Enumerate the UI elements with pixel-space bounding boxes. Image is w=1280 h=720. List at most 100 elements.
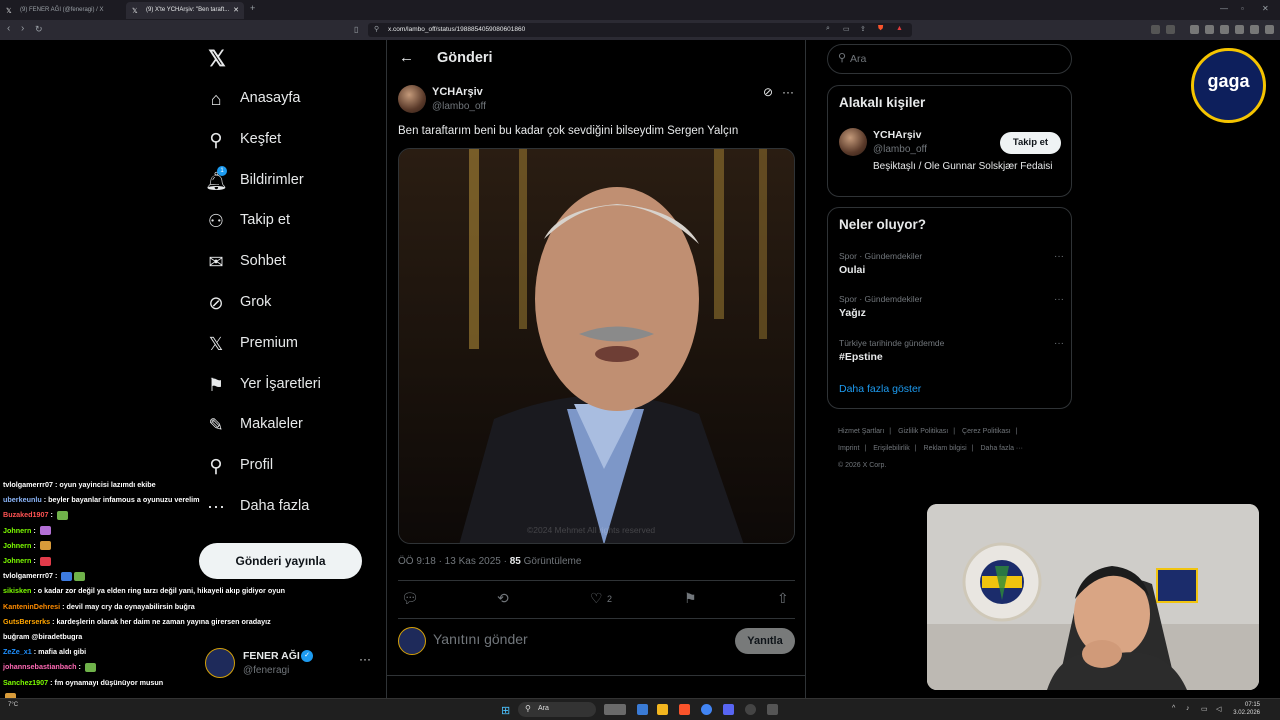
rewards-icon[interactable]: ▲ [896, 25, 903, 32]
network-icon[interactable]: ▭ [1201, 705, 1208, 713]
trend-item[interactable]: Spor · Gündemdekiler Yağız ··· [839, 294, 1064, 324]
show-more-link[interactable]: Daha fazla göster [839, 383, 921, 395]
reply-input[interactable]: Yanıtını gönder [433, 631, 528, 647]
address-toolbar: ‹ › ↻ ▯ ⚲ x.com/lambo_off/status/1988854… [0, 20, 1280, 40]
vpn-icon[interactable] [1250, 25, 1259, 34]
chrome-icon[interactable] [701, 704, 712, 715]
sidebar-item-anasayfa[interactable]: ⌂ Anasayfa [205, 88, 375, 114]
author-avatar[interactable] [398, 85, 426, 113]
chat-emote-icon [74, 571, 86, 581]
close-window-icon[interactable]: ✕ [1262, 4, 1269, 13]
sidebar-item-takip-et[interactable]: ⚇ Takip et [205, 210, 375, 236]
sidebar-item-yer-i-aretleri[interactable]: ⚑ Yer İşaretleri [205, 374, 375, 400]
reply-button[interactable]: Yanıtla [735, 628, 795, 654]
site-settings-icon[interactable]: ⚲ [374, 25, 379, 33]
extension-icon[interactable] [1151, 25, 1160, 34]
sidebar-item-daha-fazla[interactable]: ⋯ Daha fazla [205, 496, 375, 522]
trend-item[interactable]: Spor · Gündemdekiler Oulai ··· [839, 251, 1064, 281]
taskbar-clock[interactable]: 07:15 3.02.2026 [1232, 701, 1260, 717]
file-explorer-icon[interactable] [657, 704, 668, 715]
taskbar-search[interactable]: ⚲ Ara [518, 702, 596, 717]
avatar[interactable] [839, 128, 867, 156]
browser-tab-active[interactable]: 𝕏 (9) X'te YCHArşiv: "Ben taraft... ✕ [126, 2, 244, 19]
more-icon[interactable]: ··· [359, 652, 371, 666]
share-icon[interactable]: ⇪ [860, 25, 866, 33]
footer-link[interactable]: Gizlilik Politikası [898, 428, 948, 435]
back-icon[interactable]: ‹ [7, 23, 10, 34]
volume-icon[interactable]: ◁ [1216, 705, 1221, 713]
author-name[interactable]: YCHArşiv [432, 86, 483, 98]
footer-link[interactable]: Reklam bilgisi [924, 445, 967, 452]
related-handle[interactable]: @lambo_off [873, 144, 927, 155]
footer-link[interactable]: Erişilebilirlik [873, 445, 910, 452]
related-name[interactable]: YCHArşiv [873, 129, 921, 141]
more-icon[interactable]: ··· [1054, 338, 1064, 349]
search-input[interactable]: ⚲ Ara [827, 44, 1072, 74]
download-icon[interactable] [1235, 25, 1244, 34]
windows-start-icon[interactable]: ⊞ [501, 704, 510, 717]
sidebar-item-label: Profil [240, 457, 274, 474]
reply-icon[interactable]: 💬︎ [401, 590, 419, 607]
post-button[interactable]: Gönderi yayınla [199, 543, 362, 579]
menu-icon[interactable] [1265, 25, 1274, 34]
cast-icon[interactable]: ▭ [843, 25, 850, 33]
sidebar-item-sohbet[interactable]: ✉ Sohbet [205, 251, 375, 277]
footer-link[interactable]: Daha fazla ··· [981, 445, 1023, 452]
footer-link[interactable]: Çerez Politikası [962, 428, 1011, 435]
sidebar-item-ke-fet[interactable]: ⚲ Keşfet [205, 129, 375, 155]
app-icon[interactable] [767, 704, 778, 715]
more-icon[interactable]: ··· [782, 85, 794, 99]
new-tab-button[interactable]: + [250, 3, 255, 13]
sidebar-item-makaleler[interactable]: ✎ Makaleler [205, 414, 375, 440]
follow-button[interactable]: Takip et [1000, 132, 1061, 154]
zoom-icon[interactable]: ⌕ [826, 25, 830, 33]
repost-icon[interactable]: ⟲ [497, 590, 509, 607]
post-video[interactable]: ©2024 Mehmet All rights reserved [398, 148, 795, 544]
like-icon[interactable]: ♡ [590, 590, 603, 607]
grok-icon[interactable]: ⊘ [763, 85, 773, 99]
browser-tab[interactable]: 𝕏 (9) FENER AĞI (@feneragi) / X [0, 2, 124, 19]
maximize-icon[interactable]: ▫ [1241, 4, 1244, 13]
extension-icon[interactable] [1166, 25, 1175, 34]
sidebar-item-profil[interactable]: ⚲ Profil [205, 455, 375, 481]
clock-date: 3.02.2026 [1233, 710, 1260, 716]
obs-icon[interactable] [745, 704, 756, 715]
sidebar-icon[interactable] [1205, 25, 1214, 34]
post-text: Ben taraftarım beni bu kadar çok sevdiği… [398, 125, 739, 137]
terminal-icon[interactable] [637, 704, 648, 715]
mic-icon[interactable]: ♪ [1186, 705, 1190, 712]
wallet-icon[interactable] [1220, 25, 1229, 34]
tray-chevron-icon[interactable]: ^ [1172, 705, 1175, 712]
more-icon[interactable]: ··· [1054, 251, 1064, 262]
avatar [398, 627, 426, 655]
reload-icon[interactable]: ↻ [35, 24, 43, 35]
sidebar-item-label: Premium [240, 334, 299, 351]
minimize-icon[interactable]: — [1220, 4, 1228, 13]
bookmark-page-icon[interactable]: ▯ [354, 25, 358, 34]
share-icon[interactable]: ⇧ [777, 590, 789, 607]
bookmark-icon[interactable]: ⚑ [684, 590, 697, 607]
forward-icon[interactable]: › [21, 23, 24, 34]
close-tab-icon[interactable]: ✕ [233, 6, 239, 14]
sidebar-item-label: Takip et [240, 212, 290, 229]
trend-item[interactable]: Türkiye tarihinde gündemde #Epstine ··· [839, 338, 1064, 368]
author-handle[interactable]: @lambo_off [432, 101, 486, 112]
sidebar-item-grok[interactable]: ⊘ Grok [205, 292, 375, 318]
footer-link[interactable]: Imprint [838, 445, 859, 452]
footer-link[interactable]: Hizmet Şartları [838, 428, 884, 435]
search-icon: ⚲ [838, 52, 847, 64]
task-view-icon[interactable] [604, 704, 626, 715]
discord-icon[interactable] [723, 704, 734, 715]
account-switcher[interactable]: FENER AĞI ✓ @feneragi ··· [205, 646, 380, 682]
brave-browser-icon[interactable] [679, 704, 690, 715]
weather-widget[interactable]: 7°C [8, 702, 18, 708]
back-arrow-icon[interactable]: ← [399, 49, 414, 66]
brave-shield-icon[interactable]: ⛊ [878, 25, 883, 33]
more-icon[interactable]: ··· [1054, 294, 1064, 305]
url-bar[interactable]: ⚲ x.com/lambo_off/status/198885405908060… [368, 23, 912, 37]
music-icon[interactable] [1190, 25, 1199, 34]
x-logo-icon[interactable]: 𝕏 [205, 47, 229, 71]
chat-username: GutsBerserks [3, 616, 51, 626]
sidebar-item-premium[interactable]: 𝕏 Premium [205, 333, 375, 359]
sidebar-item-bildirimler[interactable]: 🔔︎ 1 Bildirimler [205, 165, 375, 196]
